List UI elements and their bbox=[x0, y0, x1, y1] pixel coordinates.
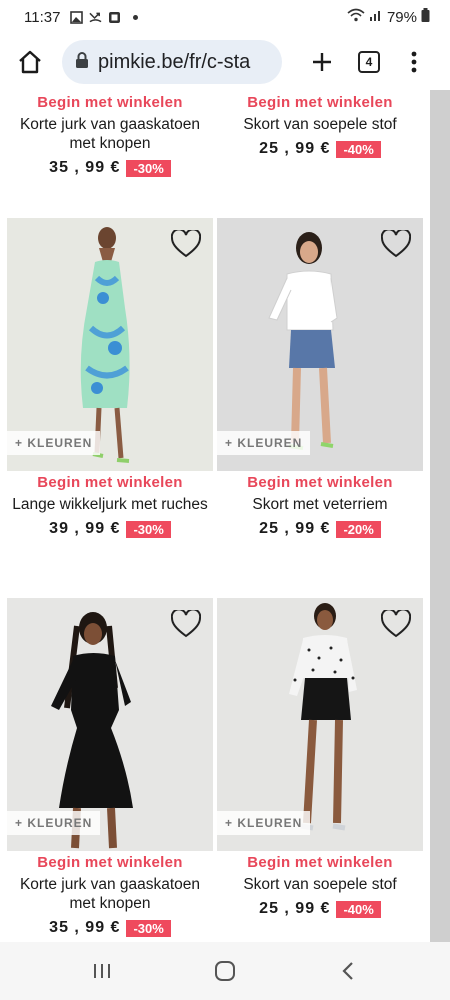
shop-now-link[interactable]: Begin met winkelen bbox=[7, 474, 213, 491]
tab-switcher-button[interactable]: 4 bbox=[358, 51, 380, 73]
url-text: pimkie.be/fr/c-sta bbox=[98, 50, 251, 73]
discount-badge: -20% bbox=[336, 520, 381, 538]
product-name[interactable]: Lange wikkeljurk met ruches bbox=[7, 495, 213, 514]
page-scrollbar[interactable] bbox=[430, 90, 450, 942]
shop-now-link[interactable]: Begin met winkelen bbox=[217, 474, 423, 491]
more-colors-button[interactable]: + KLEUREN bbox=[217, 811, 311, 835]
product-image[interactable]: + KLEUREN bbox=[7, 598, 213, 851]
back-icon[interactable] bbox=[328, 951, 368, 991]
product-name[interactable]: Korte jurk van gaaskatoen met knopen bbox=[7, 115, 213, 153]
recent-apps-icon[interactable] bbox=[82, 951, 122, 991]
lock-icon bbox=[74, 51, 90, 74]
shop-now-link[interactable]: Begin met winkelen bbox=[7, 854, 213, 871]
product-grid: Begin met winkelen Korte jurk van gaaska… bbox=[0, 90, 430, 942]
shop-now-link[interactable]: Begin met winkelen bbox=[217, 94, 423, 111]
product-price: 35 , 99 € bbox=[49, 919, 121, 936]
product-name[interactable]: Skort van soepele stof bbox=[217, 875, 423, 894]
product-image[interactable]: + KLEUREN bbox=[217, 598, 423, 851]
more-menu-icon[interactable] bbox=[396, 44, 432, 80]
discount-badge: -30% bbox=[126, 159, 171, 177]
wishlist-heart-icon[interactable] bbox=[380, 608, 412, 638]
shop-now-link[interactable]: Begin met winkelen bbox=[217, 854, 423, 871]
product-image[interactable]: + KLEUREN bbox=[7, 218, 213, 471]
discount-badge: -40% bbox=[336, 900, 381, 918]
product-name[interactable]: Korte jurk van gaaskatoen met knopen bbox=[7, 875, 213, 913]
product-name[interactable]: Skort met veterriem bbox=[217, 495, 423, 514]
discount-badge: -40% bbox=[336, 140, 381, 158]
battery-icon bbox=[421, 8, 430, 26]
product-price: 35 , 99 € bbox=[49, 159, 121, 176]
missed-call-icon bbox=[89, 11, 102, 24]
discount-badge: -30% bbox=[126, 919, 171, 937]
address-bar[interactable]: pimkie.be/fr/c-sta bbox=[62, 40, 282, 84]
product-image[interactable]: + KLEUREN bbox=[217, 218, 423, 471]
home-nav-icon[interactable] bbox=[205, 951, 245, 991]
app-icon bbox=[108, 11, 121, 24]
more-colors-button[interactable]: + KLEUREN bbox=[217, 431, 311, 455]
notification-dot-icon bbox=[133, 14, 139, 20]
battery-level: 79% bbox=[386, 8, 417, 26]
new-tab-icon[interactable] bbox=[304, 44, 340, 80]
product-name[interactable]: Skort van soepele stof bbox=[217, 115, 423, 134]
shop-now-link[interactable]: Begin met winkelen bbox=[7, 94, 213, 111]
browser-toolbar: pimkie.be/fr/c-sta 4 bbox=[0, 34, 450, 90]
wifi-icon bbox=[347, 8, 365, 26]
more-colors-button[interactable]: + KLEUREN bbox=[7, 811, 101, 835]
wishlist-heart-icon[interactable] bbox=[380, 228, 412, 258]
system-nav-bar bbox=[0, 942, 450, 1000]
status-time: 11:37 bbox=[24, 8, 61, 26]
wishlist-heart-icon[interactable] bbox=[170, 228, 202, 258]
image-icon bbox=[70, 10, 84, 24]
wishlist-heart-icon[interactable] bbox=[170, 608, 202, 638]
signal-icon bbox=[369, 8, 383, 26]
discount-badge: -30% bbox=[126, 520, 171, 538]
home-icon[interactable] bbox=[12, 44, 48, 80]
product-price: 39 , 99 € bbox=[49, 520, 121, 537]
product-price: 25 , 99 € bbox=[259, 900, 331, 917]
status-bar: 11:37 79% bbox=[0, 0, 450, 34]
more-colors-button[interactable]: + KLEUREN bbox=[7, 431, 101, 455]
product-price: 25 , 99 € bbox=[259, 520, 331, 537]
product-price: 25 , 99 € bbox=[259, 140, 331, 157]
